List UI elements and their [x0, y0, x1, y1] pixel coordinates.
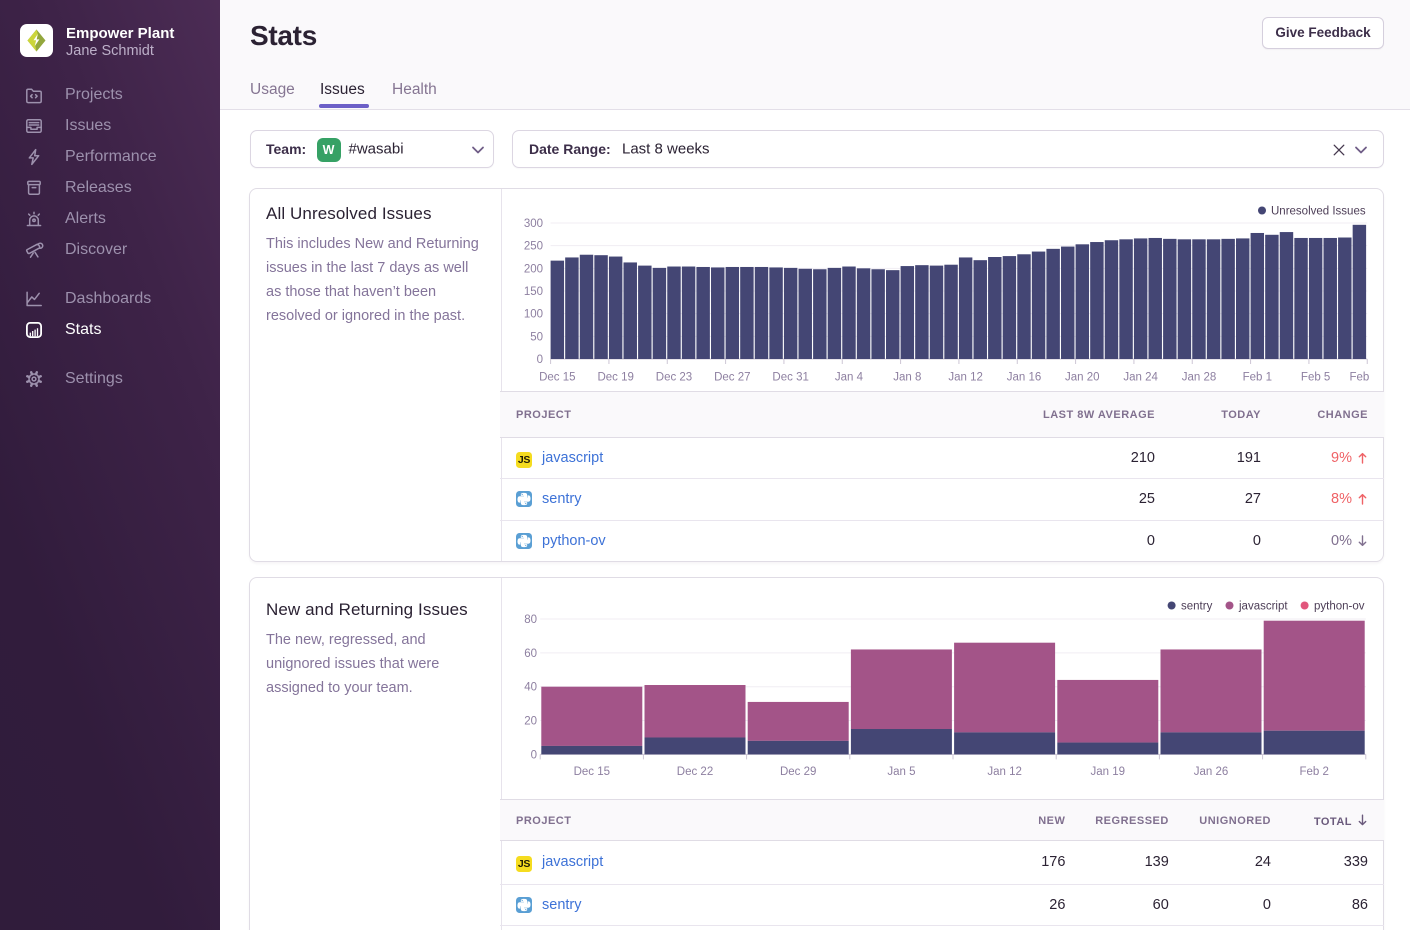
svg-text:60: 60 — [524, 648, 537, 660]
svg-text:javascript: javascript — [1238, 601, 1288, 613]
svg-text:Unresolved Issues: Unresolved Issues — [1271, 206, 1366, 218]
svg-text:Dec 22: Dec 22 — [677, 766, 713, 778]
svg-text:Jan 19: Jan 19 — [1091, 766, 1126, 778]
svg-text:Jan 12: Jan 12 — [987, 766, 1022, 778]
svg-text:300: 300 — [524, 218, 543, 230]
svg-text:Jan 24: Jan 24 — [1123, 372, 1158, 384]
svg-text:150: 150 — [524, 286, 543, 298]
svg-text:Dec 15: Dec 15 — [539, 372, 575, 384]
svg-text:200: 200 — [524, 263, 543, 275]
svg-text:Feb 5: Feb 5 — [1301, 372, 1330, 384]
svg-text:Dec 29: Dec 29 — [780, 766, 816, 778]
svg-text:20: 20 — [524, 716, 537, 728]
svg-text:sentry: sentry — [1181, 601, 1213, 613]
svg-text:Feb 1: Feb 1 — [1243, 372, 1272, 384]
svg-text:0: 0 — [531, 749, 537, 761]
svg-text:Jan 4: Jan 4 — [835, 372, 864, 384]
svg-text:python-ov: python-ov — [1314, 601, 1365, 613]
svg-text:0: 0 — [537, 354, 543, 366]
svg-text:250: 250 — [524, 241, 543, 253]
svg-text:100: 100 — [524, 309, 543, 321]
svg-text:Dec 19: Dec 19 — [597, 372, 633, 384]
svg-text:Dec 15: Dec 15 — [574, 766, 610, 778]
svg-text:Jan 8: Jan 8 — [893, 372, 921, 384]
svg-text:Dec 23: Dec 23 — [656, 372, 692, 384]
svg-text:Jan 28: Jan 28 — [1182, 372, 1217, 384]
svg-text:Jan 5: Jan 5 — [887, 766, 915, 778]
svg-text:Dec 31: Dec 31 — [772, 372, 808, 384]
svg-text:Jan 12: Jan 12 — [948, 372, 983, 384]
svg-text:Jan 26: Jan 26 — [1194, 766, 1229, 778]
svg-text:Feb: Feb — [1349, 372, 1369, 384]
svg-text:Jan 20: Jan 20 — [1065, 372, 1100, 384]
svg-text:Dec 27: Dec 27 — [714, 372, 750, 384]
svg-text:40: 40 — [524, 682, 537, 694]
svg-text:Jan 16: Jan 16 — [1007, 372, 1042, 384]
svg-text:Feb 2: Feb 2 — [1299, 766, 1328, 778]
svg-text:80: 80 — [524, 614, 537, 626]
svg-text:50: 50 — [530, 331, 543, 343]
